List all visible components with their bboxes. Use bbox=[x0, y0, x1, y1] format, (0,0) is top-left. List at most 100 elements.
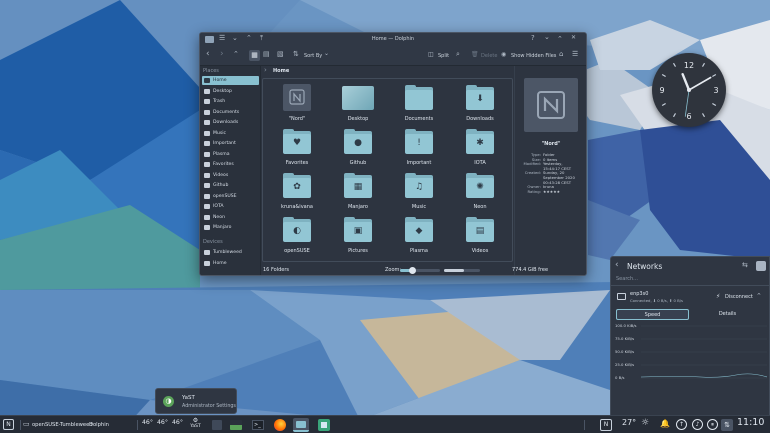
maximize-button[interactable]: ⌃ bbox=[557, 35, 563, 43]
minimize-button[interactable]: ⌄ bbox=[544, 33, 550, 41]
folder-symbol: ◐ bbox=[293, 226, 301, 236]
file-item[interactable]: ♥ Favorites bbox=[273, 128, 321, 168]
yast-taskbar-icon[interactable]: ⚙ YaST bbox=[190, 418, 201, 431]
place-documents[interactable]: Documents bbox=[202, 108, 259, 117]
search-icon[interactable]: ⌕ bbox=[456, 50, 460, 59]
terminal-icon[interactable]: >_ bbox=[252, 420, 264, 430]
settings-sliders-icon[interactable]: ⇆ bbox=[742, 261, 748, 269]
place-opensuse[interactable]: openSUSE bbox=[202, 192, 259, 201]
place-github[interactable]: Github bbox=[202, 181, 259, 190]
digital-clock[interactable]: 11:10 bbox=[737, 417, 764, 428]
file-item[interactable]: ▣ Pictures bbox=[334, 216, 382, 256]
place-downloads[interactable]: Downloads bbox=[202, 118, 259, 127]
terminal-icon[interactable]: ⌂ bbox=[559, 50, 563, 58]
folder-count: 16 Folders bbox=[263, 267, 290, 273]
disk-icon[interactable] bbox=[212, 420, 222, 430]
tab-details[interactable]: Details bbox=[691, 309, 764, 320]
updates-icon[interactable]: ↑ bbox=[676, 419, 687, 430]
disconnect-button[interactable]: Disconnect bbox=[725, 294, 753, 300]
file-item[interactable]: ◐ openSUSE bbox=[273, 216, 321, 256]
place-desktop[interactable]: Desktop bbox=[202, 87, 259, 96]
tab-speed[interactable]: Speed bbox=[616, 309, 689, 320]
file-item[interactable]: ● Github bbox=[334, 128, 382, 168]
weather-temp[interactable]: 27° bbox=[622, 418, 636, 427]
place-music[interactable]: Music bbox=[202, 129, 259, 138]
help-button[interactable]: ? bbox=[531, 34, 535, 42]
file-item[interactable]: Desktop bbox=[334, 84, 382, 124]
place-trash[interactable]: Trash bbox=[202, 97, 259, 106]
forward-button[interactable]: › bbox=[220, 49, 224, 59]
file-item[interactable]: Documents bbox=[395, 84, 443, 124]
yast-title: YaST bbox=[182, 395, 195, 401]
place-important[interactable]: Important bbox=[202, 139, 259, 148]
pin-icon[interactable] bbox=[756, 261, 766, 271]
firefox-icon[interactable] bbox=[274, 419, 286, 431]
details-view-button[interactable]: ▧ bbox=[277, 50, 284, 58]
eye-icon: ◉ bbox=[501, 51, 507, 58]
nord-tray-icon[interactable]: N bbox=[600, 419, 612, 431]
rating-stars[interactable]: ★★★★★ bbox=[543, 189, 560, 194]
file-item[interactable]: ▦ Manjaro bbox=[334, 172, 382, 212]
distro-label[interactable]: openSUSE-Tumbleweed bbox=[32, 416, 93, 433]
back-button[interactable]: ‹ bbox=[206, 49, 210, 59]
devices-header: Devices bbox=[203, 239, 223, 245]
file-item[interactable]: ◆ Plasma bbox=[395, 216, 443, 256]
place-plasma[interactable]: Plasma bbox=[202, 150, 259, 159]
show-hidden-files-button[interactable]: Show Hidden Files bbox=[511, 53, 556, 59]
place-favorites[interactable]: Favorites bbox=[202, 160, 259, 169]
sidebar-item-label: Trash bbox=[213, 99, 226, 104]
place-home[interactable]: Home bbox=[202, 76, 259, 85]
network-tray-icon[interactable]: ⇅ bbox=[721, 419, 733, 431]
place-iota[interactable]: IOTA bbox=[202, 202, 259, 211]
plasma-folder-icon: ◆ bbox=[405, 217, 433, 242]
device-tumbleweed[interactable]: Tumbleweed bbox=[202, 248, 259, 257]
place-neon[interactable]: Neon bbox=[202, 213, 259, 222]
notifications-icon[interactable]: 🔔 bbox=[660, 419, 670, 428]
up-button[interactable]: ⌃ bbox=[233, 50, 239, 58]
speed-axis-label: 100.0 KiB/s bbox=[615, 323, 637, 328]
back-arrow-icon[interactable]: ‹ bbox=[615, 260, 619, 270]
network-search-input[interactable]: Search... bbox=[616, 276, 638, 282]
hamburger-menu-icon[interactable]: ☰ bbox=[572, 50, 578, 58]
clock-tick bbox=[712, 73, 717, 78]
file-item[interactable]: ! Important bbox=[395, 128, 443, 168]
gaming-app-icon[interactable] bbox=[318, 419, 330, 431]
zoom-slider[interactable] bbox=[400, 267, 440, 274]
file-item[interactable]: "Nord" bbox=[273, 84, 321, 124]
dolphin-taskbar-icon[interactable] bbox=[293, 418, 309, 432]
free-space-bar bbox=[444, 269, 480, 272]
device-home[interactable]: Home bbox=[202, 259, 259, 268]
file-item[interactable]: ✱ IOTA bbox=[456, 128, 504, 168]
close-button[interactable]: ✕ bbox=[571, 34, 576, 41]
active-app-label[interactable]: Dolphin bbox=[89, 416, 109, 433]
breadcrumb-home[interactable]: Home bbox=[273, 68, 289, 74]
media-player-icon[interactable]: ⏸ bbox=[707, 419, 718, 430]
chevron-up-icon[interactable]: ⌃ bbox=[756, 292, 762, 300]
icon-view-button[interactable]: ▦ bbox=[249, 50, 260, 61]
brightness-icon[interactable]: ☼ bbox=[641, 418, 649, 428]
clock-tick bbox=[672, 62, 677, 67]
yast-tooltip[interactable]: ◑ YaST Administrator Settings bbox=[155, 388, 237, 414]
volume-icon[interactable]: ♪ bbox=[692, 419, 703, 430]
file-item[interactable]: ✿ kruna&ivana bbox=[273, 172, 321, 212]
file-item-label: Pictures bbox=[348, 248, 368, 254]
place-manjaro[interactable]: Manjaro bbox=[202, 223, 259, 232]
place-videos[interactable]: Videos bbox=[202, 171, 259, 180]
nord-launcher-icon[interactable]: N bbox=[3, 419, 14, 430]
zoom-slider-handle[interactable] bbox=[409, 267, 416, 274]
compact-view-button[interactable]: ▤ bbox=[263, 50, 270, 58]
system-monitor-icon[interactable] bbox=[230, 420, 242, 430]
file-item[interactable]: ✺ Neon bbox=[456, 172, 504, 212]
split-button[interactable]: Split bbox=[438, 53, 449, 59]
file-item[interactable]: ⬇ Downloads bbox=[456, 84, 504, 124]
delete-button[interactable]: Delete bbox=[481, 53, 497, 59]
sidebar-item-label: Documents bbox=[213, 109, 240, 115]
sort-by-button[interactable]: Sort By bbox=[304, 53, 322, 59]
file-item[interactable]: ♫ Music bbox=[395, 172, 443, 212]
analog-clock-widget[interactable]: 12 3 6 9 bbox=[652, 53, 726, 127]
toolbar: ‹ › ⌃ ▦ ▤ ▧ ⇅ Sort By ⌄ ◫ Split ⌕ 🗑 Dele… bbox=[200, 46, 586, 66]
file-item-label: "Nord" bbox=[288, 116, 306, 122]
networks-title: Networks bbox=[627, 262, 663, 271]
sort-icon: ⇅ bbox=[293, 50, 299, 58]
file-item[interactable]: ▤ Videos bbox=[456, 216, 504, 256]
